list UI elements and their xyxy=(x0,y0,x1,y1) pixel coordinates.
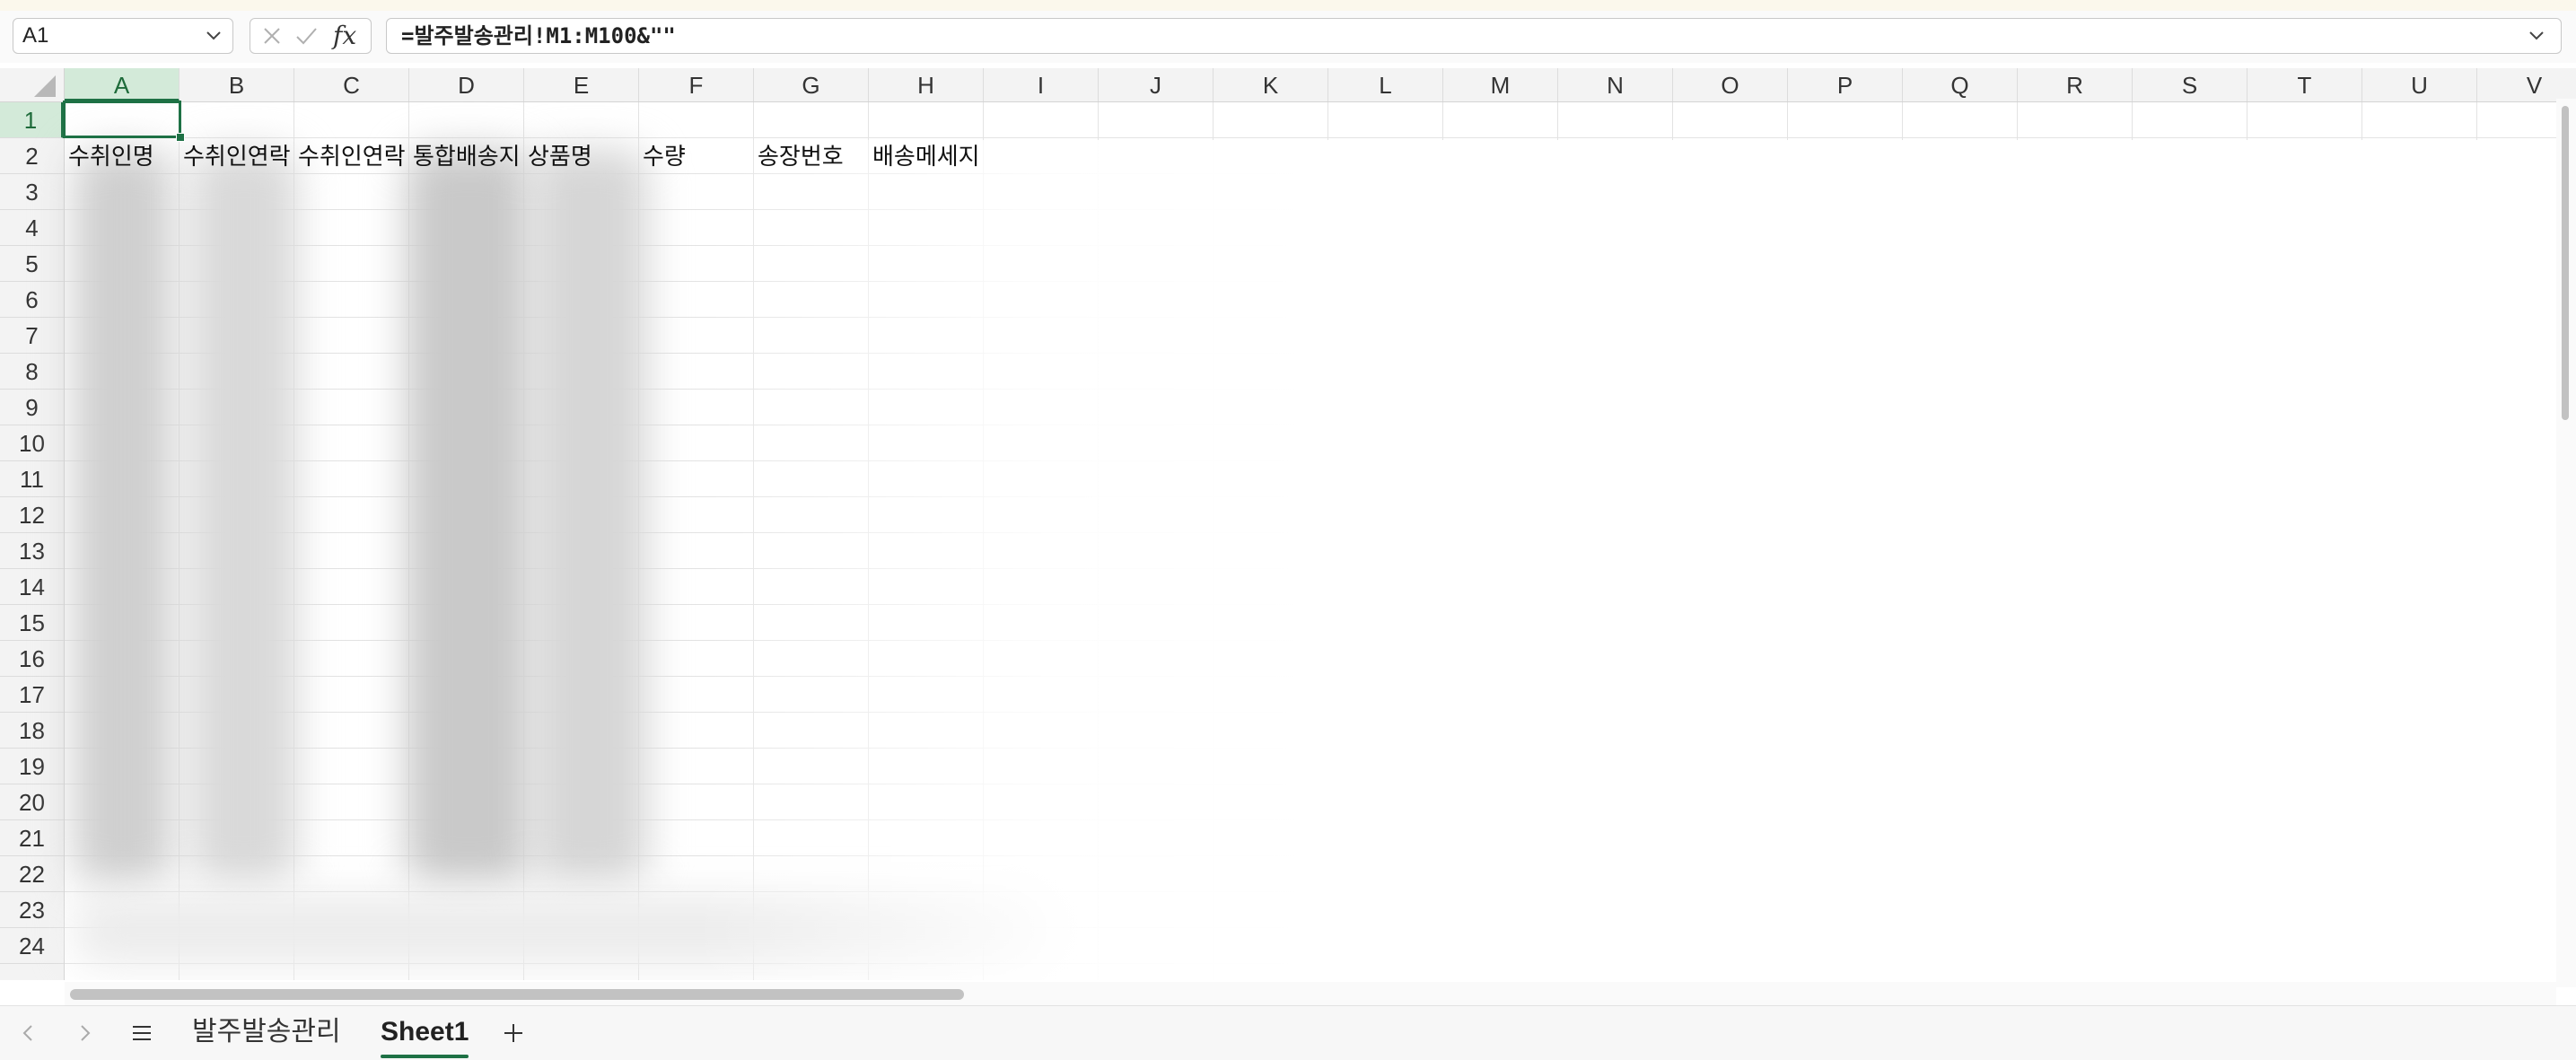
horizontal-scrollbar[interactable] xyxy=(65,982,2556,1005)
cell-h2[interactable]: 배송메세지 xyxy=(869,138,1095,174)
column-header-o[interactable]: O xyxy=(1673,68,1788,101)
column-header-f[interactable]: F xyxy=(639,68,754,101)
cell-b2[interactable]: 수취인연락 xyxy=(180,138,294,174)
column-header-d[interactable]: D xyxy=(409,68,524,101)
row-header-24[interactable]: 24 xyxy=(0,928,64,964)
row-header-10[interactable]: 10 xyxy=(0,425,64,461)
row-header-2[interactable]: 2 xyxy=(0,138,64,174)
cell-d2[interactable]: 통합배송지 xyxy=(409,138,523,174)
name-box[interactable]: A1 xyxy=(13,18,233,54)
function-icon[interactable]: fx xyxy=(333,19,365,53)
cell-f2[interactable]: 수량 xyxy=(639,138,753,174)
expand-formula-icon[interactable] xyxy=(2523,19,2550,53)
active-cell-border[interactable] xyxy=(63,101,181,138)
column-header-u[interactable]: U xyxy=(2362,68,2477,101)
column-header-a[interactable]: A xyxy=(65,68,180,101)
previous-sheet-icon[interactable] xyxy=(13,1017,45,1049)
column-headers: ABCDEFGHIJKLMNOPQRSTUV xyxy=(65,68,2576,102)
column-header-h[interactable]: H xyxy=(869,68,984,101)
column-header-r[interactable]: R xyxy=(2018,68,2133,101)
row-header-3[interactable]: 3 xyxy=(0,174,64,210)
column-header-l[interactable]: L xyxy=(1328,68,1443,101)
row-header-23[interactable]: 23 xyxy=(0,892,64,928)
spreadsheet-grid[interactable]: ABCDEFGHIJKLMNOPQRSTUV 1 2 3 4 5 6 7 8 9 10 11 12 13… xyxy=(0,68,2576,980)
formula-input[interactable]: =발주발송관리!M1:M100&"" xyxy=(386,18,2562,54)
column-header-j[interactable]: J xyxy=(1099,68,1214,101)
active-tab-underline xyxy=(381,1055,469,1058)
name-box-value: A1 xyxy=(22,23,49,48)
sheet-tab-orders[interactable]: 발주발송관리 xyxy=(185,1013,348,1051)
chevron-down-icon[interactable] xyxy=(200,19,227,53)
column-header-p[interactable]: P xyxy=(1788,68,1903,101)
vertical-scrollbar[interactable] xyxy=(2556,99,2576,987)
row-header-4[interactable]: 4 xyxy=(0,210,64,246)
column-header-k[interactable]: K xyxy=(1214,68,1328,101)
row-header-9[interactable]: 9 xyxy=(0,390,64,425)
row-header-19[interactable]: 19 xyxy=(0,749,64,784)
row-header-16[interactable]: 16 xyxy=(0,641,64,677)
fill-handle[interactable] xyxy=(176,133,185,142)
column-header-v[interactable]: V xyxy=(2477,68,2576,101)
cell-a2[interactable]: 수취인명 xyxy=(65,138,179,174)
row-header-21[interactable]: 21 xyxy=(0,820,64,856)
row-header-12[interactable]: 12 xyxy=(0,497,64,533)
cell-c2[interactable]: 수취인연락 xyxy=(294,138,408,174)
column-header-t[interactable]: T xyxy=(2247,68,2362,101)
all-sheets-menu-icon[interactable] xyxy=(126,1017,158,1049)
column-header-s[interactable]: S xyxy=(2133,68,2247,101)
column-header-b[interactable]: B xyxy=(180,68,294,101)
row-header-1[interactable]: 1 xyxy=(0,102,64,138)
row-header-17[interactable]: 17 xyxy=(0,677,64,713)
column-header-c[interactable]: C xyxy=(294,68,409,101)
column-header-m[interactable]: M xyxy=(1443,68,1558,101)
cell-g2[interactable]: 송장번호 xyxy=(754,138,868,174)
row-header-15[interactable]: 15 xyxy=(0,605,64,641)
formula-text: =발주발송관리!M1:M100&"" xyxy=(401,23,676,48)
formula-actions: fx xyxy=(250,18,372,54)
row-header-13[interactable]: 13 xyxy=(0,533,64,569)
blur-fade xyxy=(65,140,2576,980)
row-header-8[interactable]: 8 xyxy=(0,354,64,390)
sheet-tab-bar: 발주발송관리 Sheet1 xyxy=(0,1005,2576,1060)
row-header-5[interactable]: 5 xyxy=(0,246,64,282)
column-header-e[interactable]: E xyxy=(524,68,639,101)
column-header-g[interactable]: G xyxy=(754,68,869,101)
vertical-scroll-thumb[interactable] xyxy=(2562,106,2569,420)
row-header-7[interactable]: 7 xyxy=(0,318,64,354)
formula-bar: A1 fx =발주발송관리!M1:M100&"" xyxy=(0,11,2576,63)
row-header-22[interactable]: 22 xyxy=(0,856,64,892)
row-header-6[interactable]: 6 xyxy=(0,282,64,318)
next-sheet-icon[interactable] xyxy=(68,1017,101,1049)
horizontal-scroll-thumb[interactable] xyxy=(70,989,964,1000)
cell-area[interactable]: 수취인명 수취인연락 수취인연락 통합배송지 상품명 수량 송장번호 배송메세지 xyxy=(63,101,2576,980)
row-header-14[interactable]: 14 xyxy=(0,569,64,605)
check-icon[interactable] xyxy=(292,19,320,53)
column-header-i[interactable]: I xyxy=(984,68,1099,101)
row-headers: 1 2 3 4 5 6 7 8 9 10 11 12 13 14 15 16 17 18 19 20 21 22 23 24 xyxy=(0,102,65,980)
cancel-icon[interactable] xyxy=(258,19,286,53)
row-header-20[interactable]: 20 xyxy=(0,784,64,820)
row-header-18[interactable]: 18 xyxy=(0,713,64,749)
row-header-11[interactable]: 11 xyxy=(0,461,64,497)
cell-e2[interactable]: 상품명 xyxy=(524,138,638,174)
select-all-corner[interactable] xyxy=(0,68,65,102)
select-all-icon xyxy=(34,75,56,97)
sheet-tab-sheet1-label: Sheet1 xyxy=(381,1017,469,1047)
add-sheet-icon[interactable] xyxy=(497,1017,530,1049)
column-header-n[interactable]: N xyxy=(1558,68,1673,101)
column-header-q[interactable]: Q xyxy=(1903,68,2018,101)
sheet-tab-sheet1[interactable]: Sheet1 xyxy=(373,1013,476,1058)
